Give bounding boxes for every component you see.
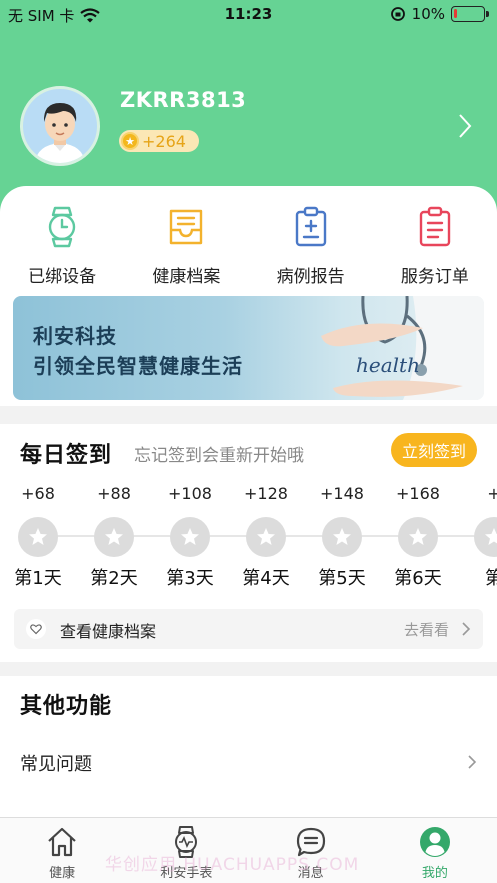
tab-mine[interactable]: 我的 <box>373 818 497 883</box>
tab-messages[interactable]: 消息 <box>249 818 373 883</box>
star-icon <box>474 517 497 557</box>
day-label: 第2天 <box>90 568 138 589</box>
day-points: +88 <box>97 484 131 503</box>
status-bar: 无 SIM 卡 11:23 10% <box>0 0 497 28</box>
username: ZKRR3813 <box>120 88 247 112</box>
clipboard-plus-icon <box>295 206 326 247</box>
day-points: +148 <box>320 484 364 503</box>
avatar[interactable] <box>20 86 100 166</box>
watch-icon <box>48 206 76 248</box>
quick-access-row: 已绑设备 健康档案 病例报告 服务订单 <box>0 206 497 287</box>
view-health-record-row[interactable]: 查看健康档案 去看看 <box>14 609 483 649</box>
day-points: +168 <box>396 484 440 503</box>
battery-level <box>454 9 457 18</box>
battery-percent: 10% <box>411 5 445 23</box>
daily-signin-card: 每日签到 忘记签到会重新开始哦 立刻签到 +68 第1天 +88 第2天 +10… <box>0 424 497 662</box>
promo-banner[interactable]: 利安科技 引领全民智慧健康生活 health <box>13 296 484 400</box>
signin-day-6: +168 第6天 <box>388 484 448 590</box>
quick-access-card: 已绑设备 健康档案 病例报告 服务订单 利安科技 引领全民智慧健康生活 heal… <box>0 186 497 406</box>
signin-days: +68 第1天 +88 第2天 +108 第3天 +128 第4天 +148 第… <box>0 484 497 594</box>
star-icon <box>398 517 438 557</box>
doctor-hands-illustration <box>321 296 484 400</box>
day-label: 第5天 <box>318 568 366 589</box>
quick-item-service-orders[interactable]: 服务订单 <box>373 206 497 287</box>
day-label: 第4天 <box>242 568 290 589</box>
heart-icon <box>26 619 46 639</box>
quick-item-health-records[interactable]: 健康档案 <box>124 206 248 287</box>
battery-icon <box>451 6 489 22</box>
other-functions-title: 其他功能 <box>20 694 113 719</box>
chat-bubble-icon <box>296 827 325 857</box>
quick-item-label: 已绑设备 <box>28 267 97 287</box>
chevron-right-icon <box>468 755 477 769</box>
points-value: +264 <box>142 131 186 151</box>
star-coin-icon: ★ <box>121 132 139 150</box>
quick-item-case-reports[interactable]: 病例报告 <box>249 206 373 287</box>
avatar-man-icon <box>35 103 85 163</box>
star-icon <box>322 517 362 557</box>
status-right: 10% <box>390 5 489 23</box>
tab-health[interactable]: 健康 <box>0 818 124 883</box>
clipboard-list-icon <box>419 206 451 247</box>
day-label: 第1天 <box>14 568 62 589</box>
day-points: + <box>487 484 497 503</box>
signin-day-7: + 第 <box>464 484 497 590</box>
bottom-tab-bar: 健康 利安手表 消息 我的 <box>0 817 497 883</box>
banner-art-word: health <box>356 353 420 377</box>
points-badge[interactable]: ★ +264 <box>119 130 199 152</box>
inbox-tray-icon <box>170 209 203 245</box>
day-points: +128 <box>244 484 288 503</box>
chevron-right-icon[interactable] <box>456 112 474 140</box>
go-see-label: 去看看 <box>403 621 449 639</box>
tab-label: 健康 <box>49 866 76 881</box>
quick-item-bound-devices[interactable]: 已绑设备 <box>0 206 124 287</box>
tab-label: 我的 <box>421 866 448 881</box>
tab-label: 消息 <box>297 866 324 881</box>
signin-subtitle: 忘记签到会重新开始哦 <box>134 446 304 466</box>
rotation-lock-icon <box>390 7 405 21</box>
tab-watch[interactable]: 利安手表 <box>124 818 248 883</box>
signin-title: 每日签到 <box>20 443 113 468</box>
star-icon <box>18 517 58 557</box>
quick-item-label: 服务订单 <box>400 267 469 287</box>
day-label: 第6天 <box>394 568 442 589</box>
signin-day-2: +88 第2天 <box>84 484 144 590</box>
watch-icon <box>175 826 198 858</box>
star-icon <box>170 517 210 557</box>
signin-day-4: +128 第4天 <box>236 484 296 590</box>
house-icon <box>48 827 76 857</box>
person-icon <box>419 827 450 857</box>
banner-title: 利安科技 <box>33 324 117 348</box>
signin-day-5: +148 第5天 <box>312 484 372 590</box>
faq-row[interactable]: 常见问题 <box>0 740 497 784</box>
view-health-record-label: 查看健康档案 <box>60 622 157 641</box>
banner-slogan: 引领全民智慧健康生活 <box>33 354 243 378</box>
quick-item-label: 病例报告 <box>276 267 345 287</box>
day-points: +68 <box>21 484 55 503</box>
signin-day-3: +108 第3天 <box>160 484 220 590</box>
day-label: 第 <box>485 568 497 589</box>
day-points: +108 <box>168 484 212 503</box>
other-functions-card: 其他功能 常见问题 <box>0 676 497 817</box>
tab-label: 利安手表 <box>160 866 213 881</box>
day-label: 第3天 <box>166 568 214 589</box>
faq-label: 常见问题 <box>20 754 92 775</box>
quick-item-label: 健康档案 <box>152 267 221 287</box>
signin-button[interactable]: 立刻签到 <box>391 433 477 467</box>
star-icon <box>246 517 286 557</box>
star-icon <box>94 517 134 557</box>
chevron-right-icon <box>462 622 471 636</box>
signin-day-1: +68 第1天 <box>8 484 68 590</box>
